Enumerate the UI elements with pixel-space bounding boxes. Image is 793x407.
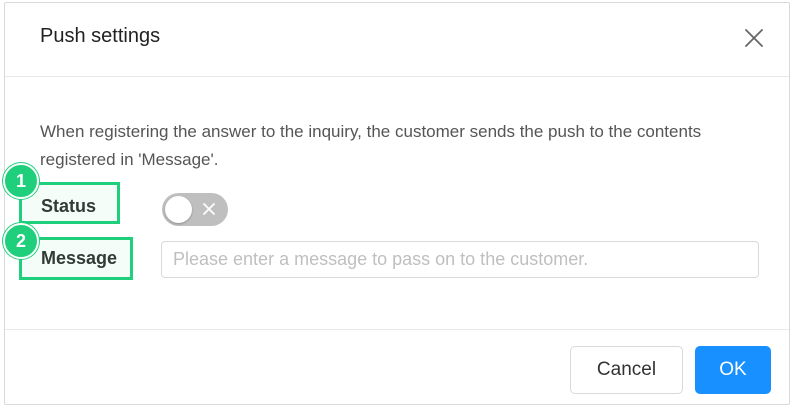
dialog-title: Push settings: [40, 25, 161, 47]
dialog-header: Push settings: [5, 3, 789, 77]
dialog-body: When registering the answer to the inqui…: [5, 78, 789, 330]
annotation-badge-1: 1: [3, 163, 39, 199]
status-toggle[interactable]: [162, 193, 228, 226]
push-settings-dialog: Push settings When registering the answe…: [4, 2, 790, 405]
dialog-footer: Cancel OK: [5, 329, 789, 405]
message-input[interactable]: [161, 241, 759, 278]
toggle-knob: [165, 196, 192, 223]
close-icon: [745, 29, 763, 47]
description-text: When registering the answer to the inqui…: [40, 122, 702, 169]
x-icon: [199, 199, 219, 219]
cancel-button[interactable]: Cancel: [570, 346, 683, 394]
annotation-badge-2: 2: [3, 223, 39, 259]
close-button[interactable]: [741, 25, 767, 51]
ok-button[interactable]: OK: [695, 346, 771, 394]
